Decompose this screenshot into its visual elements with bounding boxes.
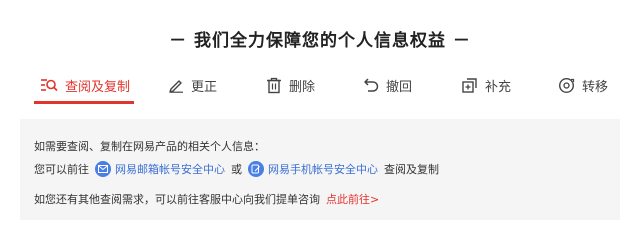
add-box-icon: [462, 77, 477, 93]
tab-label: 撤回: [386, 79, 413, 95]
tab-correct[interactable]: 更正: [168, 70, 217, 100]
rights-tabs: 查阅及复制 更正 删除 撤回 补充 转移: [34, 70, 620, 104]
or-text: 或: [231, 163, 242, 176]
pencil-icon: [169, 80, 183, 93]
mail-icon: [95, 161, 111, 177]
undo-icon: [364, 78, 379, 92]
tab-transfer[interactable]: 转移: [558, 70, 608, 100]
phone-link-label: 网易手机帐号安全中心: [268, 163, 378, 176]
tab-delete[interactable]: 删除: [266, 70, 315, 100]
info-panel: 如需要查阅、复制在网易产品的相关个人信息： 您可以前往 网易邮箱帐号安全中心 或…: [20, 119, 620, 220]
other-needs-text: 如您还有其他查阅需求，可以前往客服中心向我们提单咨询: [34, 193, 320, 206]
transfer-icon: [558, 77, 575, 93]
tab-label: 更正: [191, 79, 218, 95]
tab-supplement[interactable]: 补充: [461, 70, 511, 100]
tab-label: 删除: [289, 79, 316, 95]
tab-label: 补充: [485, 79, 512, 95]
trash-icon: [267, 77, 281, 93]
center-links-row: 您可以前往 网易邮箱帐号安全中心 或 网易手机帐号安全中心 查阅及复制: [34, 161, 439, 177]
mail-security-center-link[interactable]: 网易邮箱帐号安全中心: [95, 161, 225, 177]
tab-view-copy[interactable]: 查阅及复制: [34, 70, 135, 104]
intro-text: 如需要查阅、复制在网易产品的相关个人信息：: [34, 140, 265, 153]
tab-label: 查阅及复制: [65, 79, 131, 95]
tab-withdraw[interactable]: 撤回: [363, 70, 412, 100]
goto-service-link[interactable]: 点此前往>: [326, 191, 379, 207]
mail-link-label: 网易邮箱帐号安全中心: [115, 163, 225, 176]
search-list-icon: [41, 79, 58, 92]
prefix-text: 您可以前往: [34, 163, 89, 176]
tab-label: 转移: [582, 79, 609, 95]
phone-security-center-link[interactable]: 网易手机帐号安全中心: [248, 161, 378, 177]
page-title: － 我们全力保障您的个人信息权益 －: [169, 31, 471, 51]
phone-edit-icon: [248, 161, 264, 177]
other-needs-row: 如您还有其他查阅需求，可以前往客服中心向我们提单咨询 点此前往>: [34, 191, 379, 207]
active-tab-underline: [34, 101, 135, 104]
suffix-text: 查阅及复制: [384, 163, 439, 176]
